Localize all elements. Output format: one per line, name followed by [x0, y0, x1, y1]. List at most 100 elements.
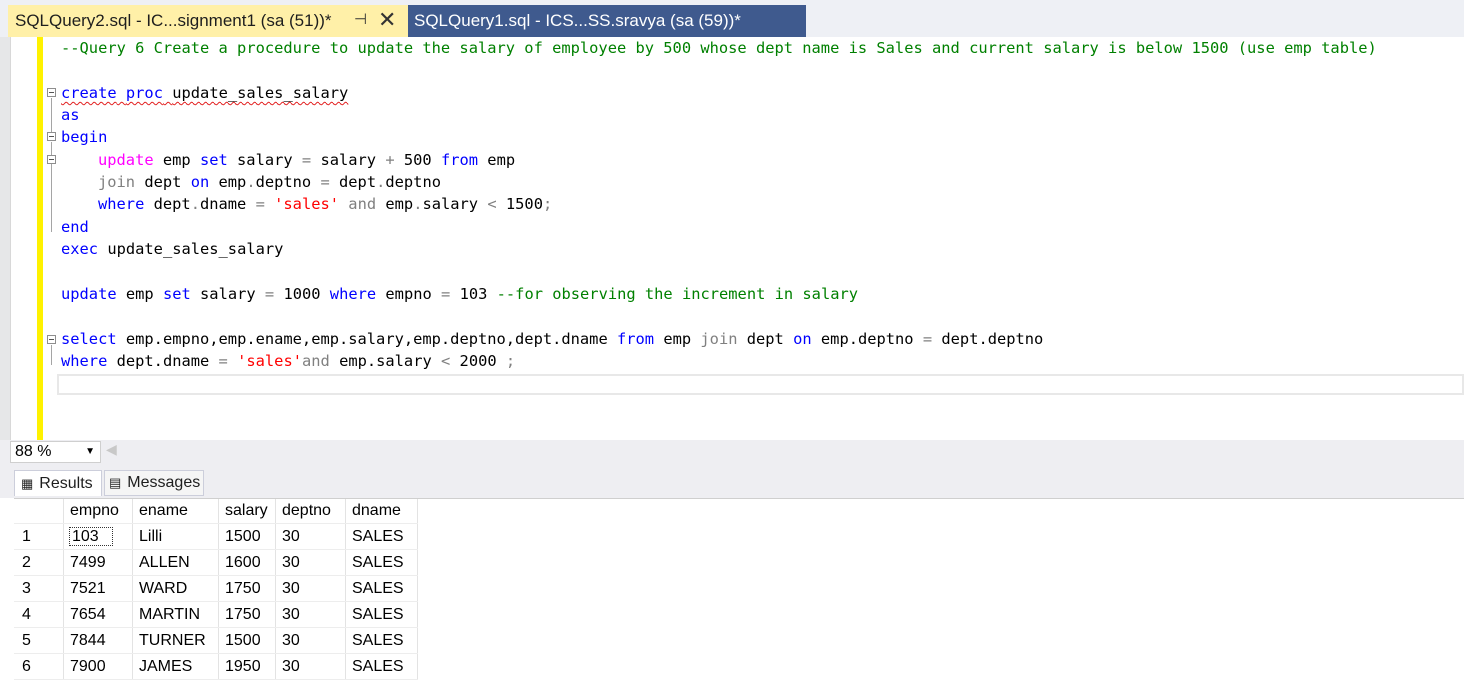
keyword-from: from: [616, 330, 655, 348]
operator: .: [190, 195, 200, 213]
keyword-on: on: [793, 330, 812, 348]
operator: +: [385, 151, 395, 169]
table-cell[interactable]: MARTIN: [132, 601, 219, 628]
table-cell[interactable]: 30: [275, 523, 346, 550]
code-line-4: as: [61, 104, 80, 126]
code-text: dept: [737, 330, 794, 348]
procedure-name: update_sales_salary: [172, 84, 349, 102]
table-cell[interactable]: SALES: [345, 627, 418, 654]
code-text: emp.empno,emp.ename,emp.salary,emp.deptn…: [116, 330, 617, 348]
table-cell[interactable]: ALLEN: [132, 549, 219, 576]
pin-icon[interactable]: ⊣: [354, 10, 367, 28]
zoom-dropdown[interactable]: 88 % ▼: [10, 441, 101, 463]
code-text: dept: [135, 173, 191, 191]
operator: =: [218, 352, 228, 370]
grid-header-row: empno ename salary deptno dname: [14, 499, 418, 524]
table-cell[interactable]: Lilli: [132, 523, 219, 550]
code-text: 500: [394, 151, 441, 169]
table-cell[interactable]: 30: [275, 549, 346, 576]
row-number[interactable]: 6: [14, 653, 64, 680]
code-text: update_sales_salary: [98, 240, 284, 258]
tab-messages[interactable]: ▤ Messages: [104, 470, 204, 496]
code-text: 2000: [450, 352, 506, 370]
table-cell-selected[interactable]: 103: [63, 523, 133, 550]
operator: =: [264, 285, 275, 303]
tab-results-label: Results: [39, 474, 93, 492]
results-grid[interactable]: empno ename salary deptno dname 1 103 Li…: [14, 499, 418, 680]
code-text: dept: [329, 173, 377, 191]
table-cell[interactable]: 30: [275, 601, 346, 628]
tab-sqlquery1-label: SQLQuery1.sql - ICS...SS.sravya (sa (59)…: [414, 11, 741, 30]
row-number[interactable]: 1: [14, 523, 64, 550]
operator: =: [922, 330, 933, 348]
operator: =: [320, 173, 330, 191]
collapse-icon[interactable]: [47, 132, 56, 141]
table-cell[interactable]: 30: [275, 627, 346, 654]
table-cell[interactable]: 7900: [63, 653, 133, 680]
tab-results[interactable]: ▦ Results: [14, 470, 102, 496]
table-cell[interactable]: 1500: [218, 523, 276, 550]
column-header-ename[interactable]: ename: [132, 499, 219, 524]
collapse-icon[interactable]: [47, 335, 56, 344]
table-cell[interactable]: SALES: [345, 653, 418, 680]
column-header-deptno[interactable]: deptno: [275, 499, 346, 524]
keyword-where: where: [61, 352, 108, 370]
row-number[interactable]: 2: [14, 549, 64, 576]
table-cell[interactable]: 1600: [218, 549, 276, 576]
tab-sqlquery2[interactable]: SQLQuery2.sql - IC...signment1 (sa (51))…: [8, 5, 408, 37]
code-text: emp: [654, 330, 701, 348]
column-header-dname[interactable]: dname: [345, 499, 418, 524]
operator: <: [487, 195, 497, 213]
row-number[interactable]: 3: [14, 575, 64, 602]
results-tab-strip: [0, 464, 1464, 498]
table-row: 2 7499 ALLEN 1600 30 SALES: [14, 549, 418, 576]
row-number[interactable]: 5: [14, 627, 64, 654]
table-cell[interactable]: 1500: [218, 627, 276, 654]
column-header-empno[interactable]: empno: [63, 499, 133, 524]
operator: =: [255, 195, 265, 213]
outline-line: [51, 345, 52, 365]
column-header-salary[interactable]: salary: [218, 499, 276, 524]
table-cell[interactable]: SALES: [345, 523, 418, 550]
row-number[interactable]: 4: [14, 601, 64, 628]
collapse-icon[interactable]: [47, 88, 56, 97]
table-cell[interactable]: 30: [275, 653, 346, 680]
cell-value: 103: [69, 526, 113, 546]
code-text: 1000: [274, 285, 330, 303]
code-line-6: update emp set salary = salary + 500 fro…: [98, 149, 515, 171]
table-cell[interactable]: 1950: [218, 653, 276, 680]
code-text: emp: [376, 195, 414, 213]
code-text: emp: [153, 151, 200, 169]
table-cell[interactable]: 7521: [63, 575, 133, 602]
table-cell[interactable]: SALES: [345, 601, 418, 628]
keyword-update: update: [61, 285, 117, 303]
editor-gutter: [10, 37, 36, 440]
table-cell[interactable]: 7499: [63, 549, 133, 576]
code-text: 103: [450, 285, 497, 303]
keyword-end: end: [61, 218, 89, 236]
collapse-icon[interactable]: [47, 155, 56, 164]
table-cell[interactable]: SALES: [345, 575, 418, 602]
table-cell[interactable]: SALES: [345, 549, 418, 576]
table-cell[interactable]: TURNER: [132, 627, 219, 654]
row-number-header[interactable]: [14, 499, 64, 524]
table-cell[interactable]: JAMES: [132, 653, 219, 680]
table-cell[interactable]: 1750: [218, 601, 276, 628]
table-cell[interactable]: 7844: [63, 627, 133, 654]
table-cell[interactable]: 30: [275, 575, 346, 602]
code-text: dname: [199, 195, 256, 213]
tab-sqlquery1[interactable]: SQLQuery1.sql - ICS...SS.sravya (sa (59)…: [408, 5, 806, 37]
table-cell[interactable]: WARD: [132, 575, 219, 602]
table-cell[interactable]: 1750: [218, 575, 276, 602]
code-text: salary: [190, 285, 265, 303]
keyword-exec: exec: [61, 240, 99, 258]
scroll-left-icon[interactable]: ◀: [106, 442, 117, 458]
table-row: 4 7654 MARTIN 1750 30 SALES: [14, 601, 418, 628]
keyword-and: and: [348, 195, 377, 213]
code-text: emp.salary: [329, 352, 441, 370]
keyword-update: update: [98, 151, 154, 169]
keyword-on: on: [190, 173, 210, 191]
table-cell[interactable]: 7654: [63, 601, 133, 628]
tab-messages-label: Messages: [127, 474, 201, 491]
close-icon[interactable]: ✕: [378, 7, 396, 33]
